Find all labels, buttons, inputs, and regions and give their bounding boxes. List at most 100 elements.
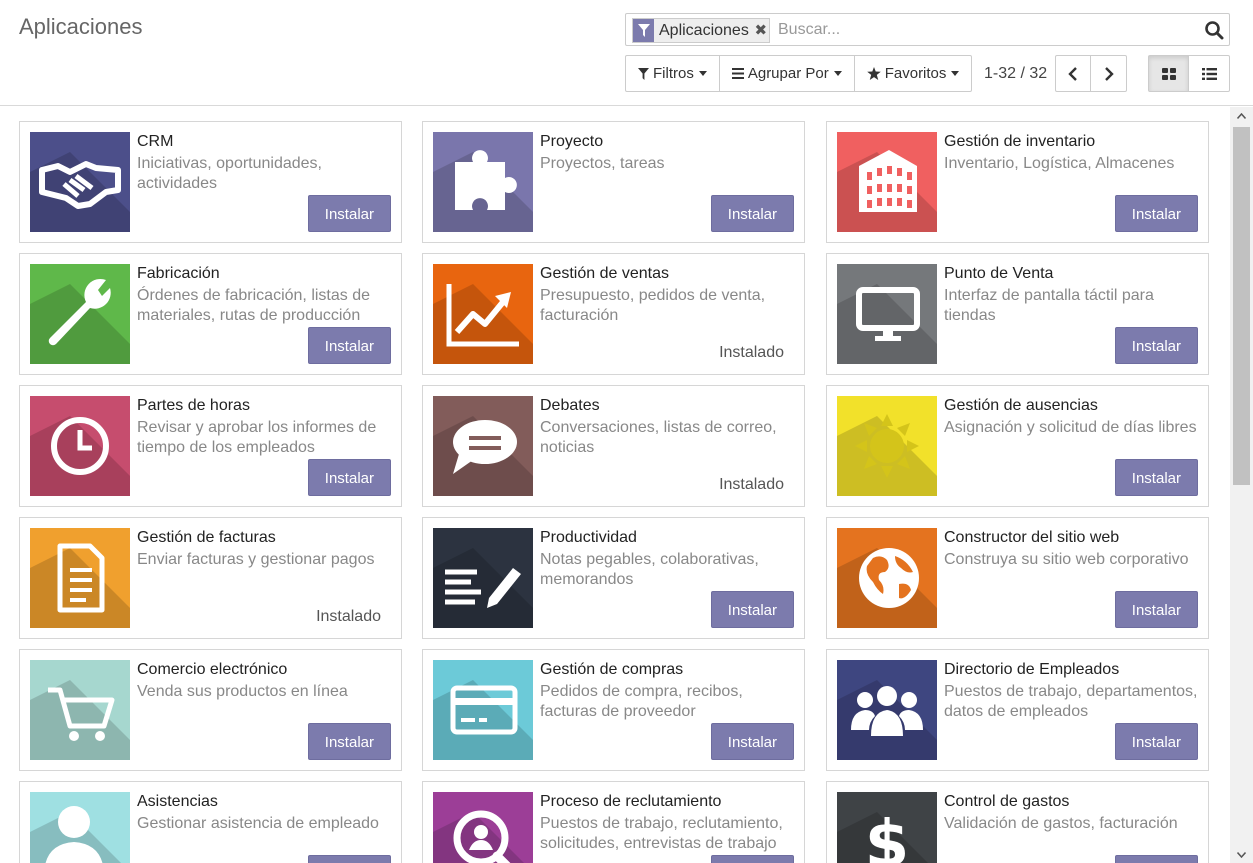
installed-status: Instalado [719, 476, 784, 493]
app-summary: Iniciativas, oportunidades, actividades [137, 155, 322, 192]
dollar-icon: $ [837, 792, 937, 863]
favorites-button[interactable]: Favoritos [855, 56, 972, 91]
install-button[interactable]: Instalar [710, 195, 794, 232]
install-button[interactable]: Instalar [1114, 459, 1198, 496]
group-by-label: Agrupar Por [747, 65, 829, 82]
search-facet[interactable]: Aplicaciones ✖ [632, 18, 770, 43]
scroll-down-arrow-icon[interactable] [1230, 846, 1253, 863]
app-card[interactable]: Directorio de Empleados Puestos de trabaj… [826, 649, 1209, 771]
install-button[interactable]: Instalar [1114, 723, 1198, 760]
app-card[interactable]: CRM Iniciativas, oportunidades, actividad… [19, 121, 402, 243]
installed-status: Instalado [719, 344, 784, 361]
install-button[interactable]: Instalar [307, 855, 391, 863]
list-icon [1201, 67, 1217, 80]
installed-status: Instalado [316, 608, 381, 625]
monitor-icon [837, 264, 937, 364]
scroll-up-arrow-icon[interactable] [1230, 107, 1253, 124]
app-name: CRM [137, 133, 174, 150]
app-name: Control de gastos [944, 793, 1070, 810]
install-button[interactable]: Instalar [1114, 195, 1198, 232]
scrollbar-thumb[interactable] [1233, 127, 1250, 485]
sun-icon [837, 396, 937, 496]
favorites-label: Favoritos [884, 65, 947, 82]
install-button[interactable]: Instalar [307, 327, 391, 364]
install-button[interactable]: Instalar [307, 723, 391, 760]
app-summary: Conversaciones, listas de correo, notici… [540, 419, 777, 456]
install-button[interactable]: Instalar [1114, 327, 1198, 364]
puzzle-icon [433, 132, 533, 232]
chevron-right-icon [1104, 66, 1114, 81]
caret-down-icon [698, 71, 707, 76]
pager-next-button[interactable] [1091, 56, 1126, 91]
users-icon [837, 660, 937, 760]
app-card[interactable]: Gestión de facturas Enviar facturas y ges… [19, 517, 402, 639]
svg-text:$: $ [865, 808, 910, 863]
app-name: Gestión de inventario [944, 133, 1096, 150]
bars-icon [731, 68, 744, 79]
app-name: Punto de Venta [944, 265, 1054, 282]
search-options: Filtros Agrupar Por Favoritos [625, 55, 973, 92]
app-name: Gestión de ventas [540, 265, 669, 282]
install-button[interactable]: Instalar [1114, 591, 1198, 628]
app-name: Gestión de facturas [137, 529, 276, 546]
app-card[interactable]: Gestión de ventas Presupuesto, pedidos de… [422, 253, 805, 375]
app-card[interactable]: Asistencias Gestionar asistencia de emple… [19, 781, 402, 863]
app-summary: Interfaz de pantalla táctil para tiendas [944, 287, 1154, 324]
kanban-view-button[interactable] [1149, 56, 1189, 91]
app-card[interactable]: Gestión de compras Pedidos de compra, rec… [422, 649, 805, 771]
credit-card-icon [433, 660, 533, 760]
search-icon[interactable] [1204, 20, 1224, 40]
install-button[interactable]: Instalar [710, 723, 794, 760]
pager-previous-button[interactable] [1056, 56, 1091, 91]
install-button[interactable]: Instalar [307, 195, 391, 232]
list-view-button[interactable] [1189, 56, 1229, 91]
app-name: Asistencias [137, 793, 218, 810]
app-card[interactable]: Productividad Notas pegables, colaborativ… [422, 517, 805, 639]
app-card[interactable]: Constructor del sitio web Construya su si… [826, 517, 1209, 639]
pager-buttons [1055, 55, 1127, 92]
app-name: Fabricación [137, 265, 220, 282]
app-summary: Revisar y aprobar los informes de tiempo… [137, 419, 377, 456]
search-box[interactable]: Aplicaciones ✖ [625, 13, 1230, 46]
app-summary: Validación de gastos, facturación [944, 815, 1178, 832]
app-summary: Enviar facturas y gestionar pagos [137, 551, 375, 568]
app-card[interactable]: Partes de horas Revisar y aprobar los inf… [19, 385, 402, 507]
install-button[interactable]: Instalar [710, 855, 794, 863]
search-input[interactable] [778, 19, 1198, 41]
app-name: Gestión de ausencias [944, 397, 1098, 414]
filters-button[interactable]: Filtros [626, 56, 720, 91]
app-card[interactable]: Debates Conversaciones, listas de correo,… [422, 385, 805, 507]
group-by-button[interactable]: Agrupar Por [720, 56, 855, 91]
search-user-icon [433, 792, 533, 863]
app-summary: Gestionar asistencia de empleado [137, 815, 379, 832]
app-summary: Pedidos de compra, recibos, facturas de … [540, 683, 743, 720]
scrollbar[interactable] [1230, 107, 1253, 863]
app-card[interactable]: $ Control de gastos Validación de gastos,… [826, 781, 1209, 863]
pager-value[interactable]: 1-32 / 32 [984, 65, 1047, 83]
clock-icon [30, 396, 130, 496]
chat-bubble-icon [433, 396, 533, 496]
facet-value: Aplicaciones [659, 22, 749, 39]
install-button[interactable]: Instalar [710, 591, 794, 628]
globe-icon [837, 528, 937, 628]
app-summary: Asignación y solicitud de días libres [944, 419, 1197, 436]
app-card[interactable]: Fabricación Órdenes de fabricación, lista… [19, 253, 402, 375]
user-icon [30, 792, 130, 863]
app-name: Partes de horas [137, 397, 250, 414]
app-card[interactable]: Gestión de inventario Inventario, Logísti… [826, 121, 1209, 243]
filter-icon [638, 67, 649, 80]
app-name: Comercio electrónico [137, 661, 288, 678]
install-button[interactable]: Instalar [1114, 855, 1198, 863]
app-summary: Puestos de trabajo, reclutamiento, solic… [540, 815, 783, 852]
cart-icon [30, 660, 130, 760]
app-summary: Construya su sitio web corporativo [944, 551, 1189, 568]
close-icon[interactable]: ✖ [753, 19, 769, 42]
app-card[interactable]: Proyecto Proyectos, tareas Instalar [422, 121, 805, 243]
app-name: Directorio de Empleados [944, 661, 1120, 678]
install-button[interactable]: Instalar [307, 459, 391, 496]
app-card[interactable]: Proceso de reclutamiento Puestos de traba… [422, 781, 805, 863]
app-card[interactable]: Gestión de ausencias Asignación y solicit… [826, 385, 1209, 507]
pencil-notes-icon [433, 528, 533, 628]
app-card[interactable]: Punto de Venta Interfaz de pantalla tácti… [826, 253, 1209, 375]
app-card[interactable]: Comercio electrónico Venda sus productos … [19, 649, 402, 771]
